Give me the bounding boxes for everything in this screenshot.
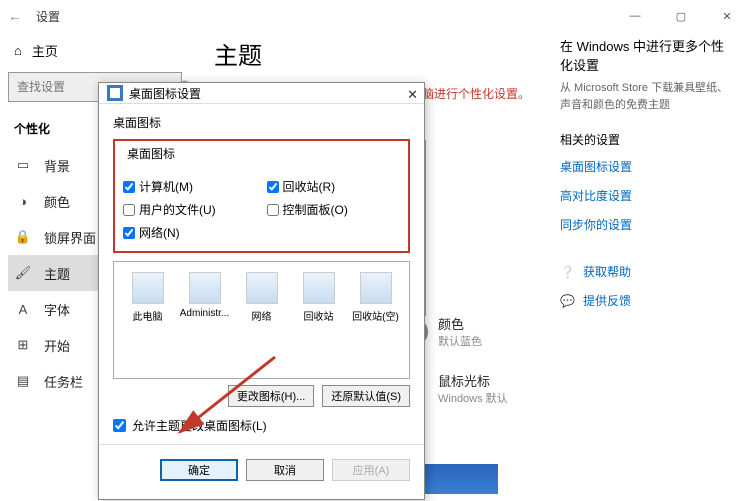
sidebar-item-label: 背景 <box>44 156 70 175</box>
home-nav[interactable]: ⌂ 主页 <box>8 32 182 68</box>
apply-button[interactable]: 应用(A) <box>332 459 410 481</box>
ok-button[interactable]: 确定 <box>160 459 238 481</box>
maximize-button[interactable]: ▢ <box>658 0 704 32</box>
desktop-icon-option[interactable]: 网络 <box>236 272 287 368</box>
check-user-files[interactable]: 用户的文件(U) <box>123 201 257 218</box>
help-icon: ❔ <box>560 265 575 279</box>
theme-tile[interactable] <box>414 464 498 494</box>
lock-icon: 🔒 <box>14 229 32 245</box>
check-control-panel[interactable]: 控制面板(O) <box>267 201 401 218</box>
desktop-icon-label: 回收站(空) <box>352 312 399 323</box>
sidebar-item-label: 开始 <box>44 336 70 355</box>
highlighted-group: 桌面图标 计算机(M) 回收站(R) 用户的文件(U) 控制面板(O) 网络(N… <box>113 139 410 253</box>
desktop-icon-settings-dialog: 桌面图标设置 ✕ 桌面图标 桌面图标 计算机(M) 回收站(R) 用户的文件(U… <box>98 82 425 500</box>
desktop-icon-option[interactable]: 回收站 <box>293 272 344 368</box>
desktop-icon-image <box>360 272 392 304</box>
check-network[interactable]: 网络(N) <box>123 224 257 241</box>
font-icon: A <box>14 302 32 317</box>
sidebar-item-label: 任务栏 <box>44 372 83 391</box>
desktop-icon-image <box>246 272 278 304</box>
desktop-icon-option[interactable]: 此电脑 <box>122 272 173 368</box>
window-buttons: — ▢ ✕ <box>612 0 750 32</box>
allow-themes-change-check[interactable]: 允许主题更改桌面图标(L) <box>113 417 410 434</box>
restore-defaults-button[interactable]: 还原默认值(S) <box>322 385 410 407</box>
link-sync-settings[interactable]: 同步你的设置 <box>560 216 730 233</box>
palette-icon: ◑ <box>14 194 32 209</box>
link-high-contrast[interactable]: 高对比度设置 <box>560 187 730 204</box>
theme-icon: 🖌 <box>14 265 32 281</box>
start-icon: ⊞ <box>14 337 32 353</box>
desktop-icon-image <box>303 272 335 304</box>
icon-preview-list: 此电脑 Administr... 网络 回收站 回收站(空) <box>113 261 410 379</box>
desktop-icon-label: 此电脑 <box>133 312 163 323</box>
sidebar-item-label: 字体 <box>44 300 70 319</box>
cursor-label: 鼠标光标 <box>438 371 508 390</box>
shield-icon <box>107 85 123 101</box>
sidebar-item-label: 颜色 <box>44 192 70 211</box>
dialog-title: 桌面图标设置 <box>129 85 201 102</box>
group-legend: 桌面图标 <box>123 145 179 162</box>
page-title: 主题 <box>214 32 560 85</box>
link-desktop-icons[interactable]: 桌面图标设置 <box>560 158 730 175</box>
desktop-icon-option[interactable]: 回收站(空) <box>350 272 401 368</box>
home-icon: ⌂ <box>14 43 22 58</box>
sidebar-item-label: 锁屏界面 <box>44 228 96 247</box>
desktop-icon-image <box>189 272 221 304</box>
get-help-link[interactable]: ❔ 获取帮助 <box>560 263 730 280</box>
taskbar-icon: ▤ <box>14 373 32 389</box>
give-feedback-link[interactable]: 💬 提供反馈 <box>560 292 730 309</box>
feedback-icon: 💬 <box>560 294 575 308</box>
related-settings-title: 相关的设置 <box>560 131 730 148</box>
color-value: 默认蓝色 <box>438 333 482 349</box>
close-window-button[interactable]: ✕ <box>704 0 750 32</box>
check-computer[interactable]: 计算机(M) <box>123 178 257 195</box>
dialog-close-button[interactable]: ✕ <box>407 87 418 103</box>
change-icon-button[interactable]: 更改图标(H)... <box>228 385 314 407</box>
back-button[interactable]: ← <box>8 8 36 24</box>
minimize-button[interactable]: — <box>612 0 658 32</box>
cancel-button[interactable]: 取消 <box>246 459 324 481</box>
image-icon: ▭ <box>14 157 32 173</box>
home-label: 主页 <box>32 41 58 60</box>
more-personalization-title: 在 Windows 中进行更多个性化设置 <box>560 36 730 74</box>
group-label: 桌面图标 <box>113 114 410 131</box>
sidebar-item-label: 主题 <box>44 264 70 283</box>
check-recycle-bin[interactable]: 回收站(R) <box>267 178 401 195</box>
desktop-icon-option[interactable]: Administr... <box>179 272 230 368</box>
cursor-value: Windows 默认 <box>438 390 508 406</box>
color-label: 颜色 <box>438 314 482 333</box>
desktop-icon-label: 回收站 <box>304 312 334 323</box>
desktop-icon-label: 网络 <box>252 312 272 323</box>
more-personalization-desc: 从 Microsoft Store 下载兼具壁纸、声音和颜色的免费主题 <box>560 80 730 113</box>
right-rail: 在 Windows 中进行更多个性化设置 从 Microsoft Store 下… <box>560 32 730 501</box>
desktop-icon-image <box>132 272 164 304</box>
dialog-titlebar: 桌面图标设置 ✕ <box>99 83 424 103</box>
window-title: 设置 <box>36 8 60 25</box>
desktop-icon-label: Administr... <box>180 308 229 319</box>
